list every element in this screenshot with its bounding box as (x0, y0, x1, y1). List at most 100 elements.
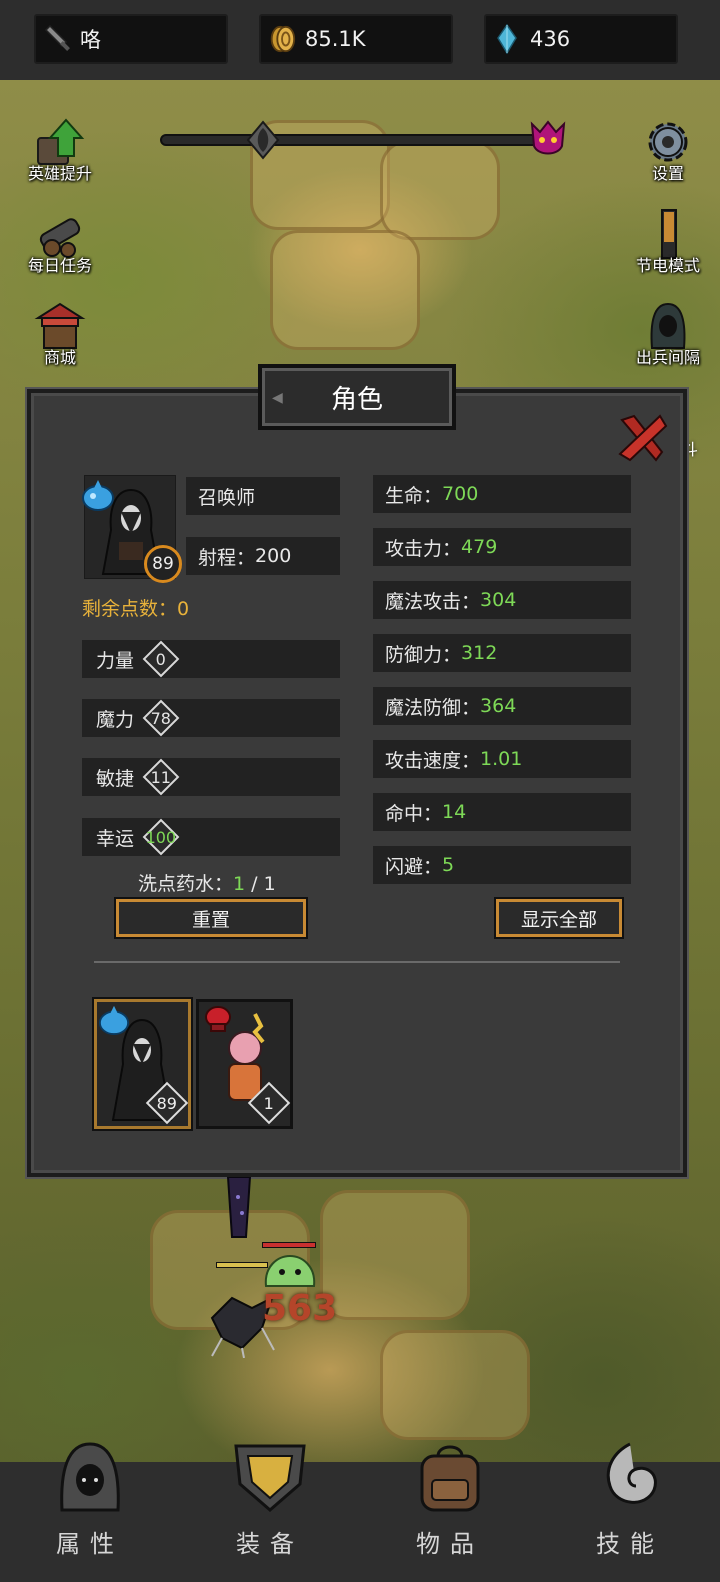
range-label: 射程： (198, 546, 256, 569)
attribute-value: 11 (150, 767, 172, 787)
player-name-box[interactable]: 咯 (34, 14, 228, 64)
stat-row: 命中： 14 (373, 793, 631, 831)
stat-label: 命中： (385, 802, 443, 825)
hero-class: 召唤师 (198, 486, 256, 509)
hood-icon (50, 1440, 130, 1514)
summoned-totem (220, 1176, 260, 1257)
damage-number: 563 (262, 1288, 338, 1329)
stat-value: 1.01 (480, 748, 523, 770)
attribute-label: 魔力 (96, 708, 135, 731)
map-stone (380, 140, 500, 240)
attribute-label: 幸运 (96, 827, 135, 850)
hero-range-field: 射程： 200 (186, 537, 340, 575)
section-divider (94, 961, 620, 963)
potion-label: 洗点药水： (138, 873, 234, 895)
enemy-health-bar (262, 1242, 316, 1248)
stat-row: 攻击速度： 1.01 (373, 740, 631, 778)
show-all-button[interactable]: 显示全部 (496, 899, 622, 937)
tab-label: 物品 (416, 1530, 484, 1558)
tab-skills[interactable]: 技能 (540, 1442, 720, 1582)
attribute-value-diamond: 11 (142, 758, 180, 796)
power-save-button[interactable]: 节电模式 (620, 208, 716, 276)
range-value: 200 (255, 545, 292, 567)
hero-class-field: 召唤师 (186, 477, 340, 515)
stat-label: 防御力： (385, 643, 462, 666)
card-level: 1 (263, 1093, 275, 1113)
tab-label: 技能 (596, 1530, 664, 1558)
boxing-glove-icon (203, 1004, 233, 1034)
stat-label: 魔法攻击： (385, 590, 481, 613)
shop-button[interactable]: 商城 (12, 300, 108, 368)
stat-label: 魔法防御： (385, 696, 481, 719)
gem-value: 436 (530, 27, 571, 51)
stat-value: 5 (442, 854, 455, 876)
tab-equipment[interactable]: 装备 (180, 1444, 360, 1582)
swirl-icon (590, 1440, 670, 1514)
water-drop-icon (80, 478, 116, 512)
side-label: 英雄提升 (27, 164, 92, 183)
stat-row: 攻击力： 479 (373, 528, 631, 566)
reset-button[interactable]: 重置 (116, 899, 306, 937)
attribute-label: 敏捷 (96, 767, 135, 790)
title-arrow-icon: ◀ (272, 390, 283, 406)
hero-card-summoner[interactable]: 89 (94, 999, 191, 1129)
water-drop-icon (97, 1004, 131, 1036)
potion-max: 1 (263, 873, 276, 895)
ally-health-bar (216, 1262, 268, 1268)
close-button[interactable] (612, 408, 672, 468)
attribute-row-strength[interactable]: 力量 0 (82, 640, 340, 678)
attribute-value: 100 (145, 827, 177, 847)
bottom-nav: 属性 装备 物品 技能 (0, 1442, 720, 1582)
stat-row: 魔法攻击： 304 (373, 581, 631, 619)
hero-card-brawler[interactable]: 1 (196, 999, 293, 1129)
daily-quest-button[interactable]: 每日任务 (12, 208, 108, 276)
map-stone (380, 1330, 530, 1440)
settings-button[interactable]: 设置 (620, 116, 716, 184)
side-label: 节电模式 (635, 256, 700, 275)
stat-value: 14 (442, 801, 467, 823)
hero-upgrade-button[interactable]: 英雄提升 (12, 116, 108, 184)
gold-value: 85.1K (305, 27, 366, 51)
stat-label: 闪避： (385, 855, 443, 878)
attribute-row-agility[interactable]: 敏捷 11 (82, 758, 340, 796)
stat-row: 生命： 700 (373, 475, 631, 513)
attribute-row-luck[interactable]: 幸运 100 (82, 818, 340, 856)
map-stone (320, 1190, 470, 1320)
tab-label: 装备 (236, 1530, 304, 1558)
stat-label: 生命： (385, 484, 443, 507)
side-label: 设置 (651, 164, 684, 183)
side-label: 出兵间隔 (635, 348, 700, 367)
stat-row: 魔法防御： 364 (373, 687, 631, 725)
card-level: 89 (156, 1093, 178, 1113)
dialog-title: ◀ 角色 (258, 364, 456, 430)
dialog-title-text: 角色 (330, 384, 383, 415)
spawn-interval-button[interactable]: 出兵间隔 (620, 300, 716, 368)
close-icon (618, 414, 668, 462)
attribute-value-diamond: 0 (142, 640, 180, 678)
player-name: 咯 (80, 28, 101, 52)
map-stone (270, 230, 420, 350)
stat-row: 防御力： 312 (373, 634, 631, 672)
remaining-points-label: 剩余点数： (82, 598, 178, 620)
potion-separator: / (245, 873, 264, 895)
tab-attributes[interactable]: 属性 (0, 1442, 180, 1582)
player-marker-icon (244, 120, 282, 160)
tab-label: 属性 (56, 1530, 124, 1558)
wave-progress-bar (160, 134, 546, 146)
boss-marker-icon (526, 118, 570, 162)
stat-value: 700 (442, 483, 479, 505)
stat-value: 364 (480, 695, 517, 717)
attribute-label: 力量 (96, 649, 135, 672)
stat-label: 攻击力： (385, 537, 462, 560)
potion-current: 1 (233, 873, 246, 895)
reset-potion-count: 洗点药水：1 / 1 (138, 869, 276, 896)
remaining-points: 剩余点数：0 (82, 594, 189, 621)
backpack-icon (410, 1440, 490, 1514)
stat-value: 304 (480, 589, 517, 611)
stat-row: 闪避： 5 (373, 846, 631, 884)
attribute-row-magic[interactable]: 魔力 78 (82, 699, 340, 737)
gem-box[interactable]: 436 (484, 14, 678, 64)
remaining-points-value: 0 (177, 598, 190, 620)
gold-box[interactable]: 85.1K (259, 14, 453, 64)
tab-items[interactable]: 物品 (360, 1445, 540, 1582)
